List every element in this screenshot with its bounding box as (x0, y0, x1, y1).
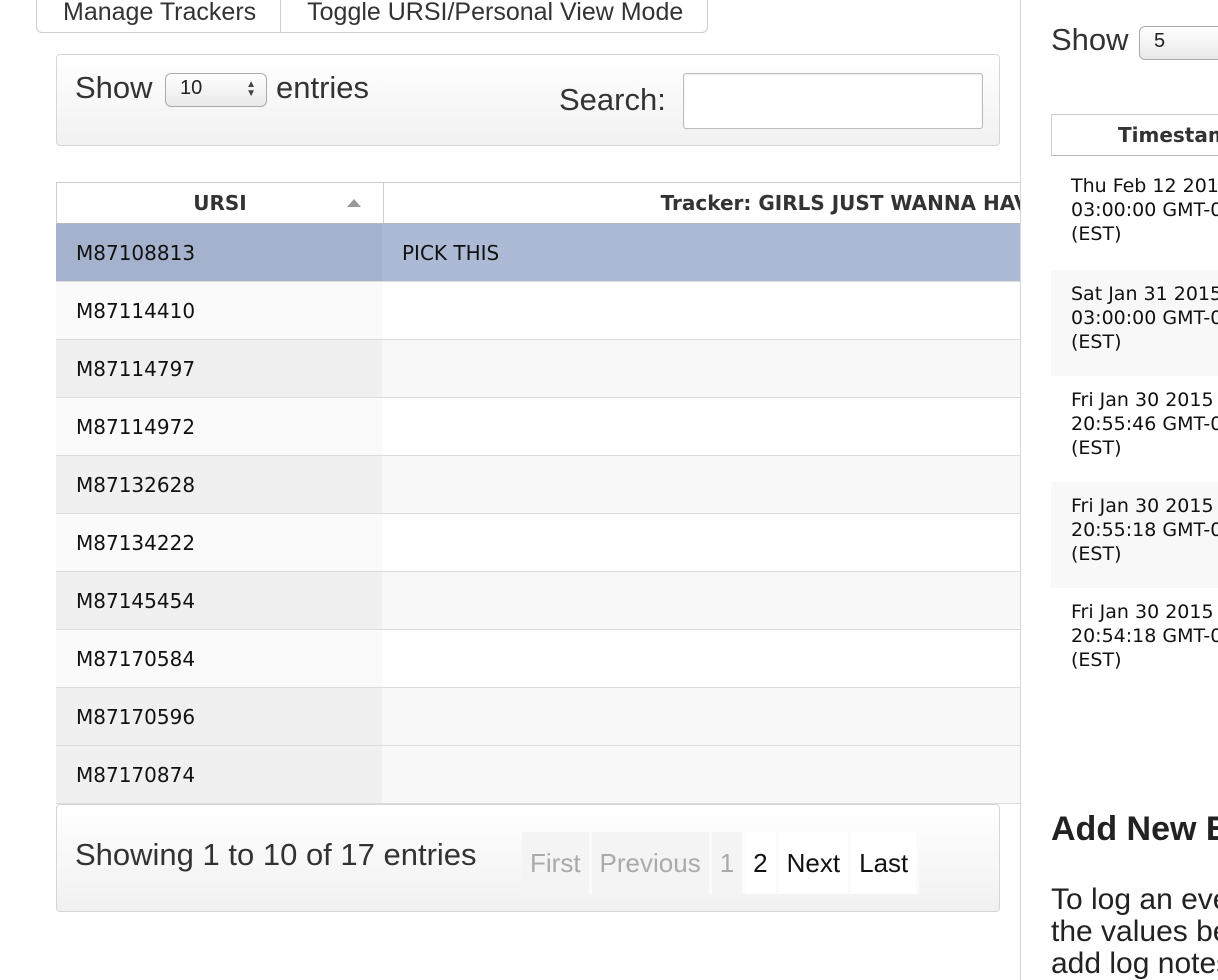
log-row[interactable]: Thu Feb 12 2015 03:00:00 GMT-0500 (EST) (1051, 166, 1218, 270)
search-label: Search: (559, 82, 666, 117)
table-info: Showing 1 to 10 of 17 entries (75, 837, 477, 872)
table-controls-panel: Show 10 ▲ ▼ entries Search: (56, 54, 1000, 146)
page-2-button[interactable]: 2 (745, 832, 776, 894)
tracker-cell: PICK THIS (382, 224, 1050, 281)
column-header-ursi[interactable]: URSI (57, 183, 384, 223)
ursi-cell: M87170874 (56, 746, 382, 803)
page-next-button[interactable]: Next (778, 832, 849, 894)
add-new-event-description: To log an event, fill in the values belo… (1051, 883, 1218, 980)
column-header-timestamp[interactable]: Timestamp (1051, 114, 1218, 156)
show-label: Show (75, 70, 153, 105)
table-header: URSI Tracker: GIRLS JUST WANNA HAVE (56, 182, 1050, 224)
table-row[interactable]: M87134222 (56, 514, 1050, 572)
tracker-cell (382, 746, 1050, 803)
tracker-cell (382, 340, 1050, 397)
entries-per-page-select[interactable]: 10 ▲ ▼ (165, 73, 267, 107)
table-row[interactable]: M87114410 (56, 282, 1050, 340)
tracker-cell (382, 630, 1050, 687)
ursi-cell: M87114410 (56, 282, 382, 339)
tracker-cell (382, 282, 1050, 339)
page-first-button[interactable]: First (522, 832, 589, 894)
log-row[interactable]: Fri Jan 30 2015 20:55:18 GMT-0500 (EST) (1051, 482, 1218, 588)
tracker-table: URSI Tracker: GIRLS JUST WANNA HAVE M871… (56, 182, 1050, 804)
toolbar: Manage Trackers Toggle URSI/Personal Vie… (36, 0, 709, 33)
log-entries-value: 5 (1154, 30, 1166, 52)
ursi-cell: M87114797 (56, 340, 382, 397)
tracker-cell (382, 514, 1050, 571)
table-row[interactable]: M87132628 (56, 456, 1050, 514)
log-entries-select[interactable]: 5 (1139, 26, 1218, 60)
toggle-view-mode-button[interactable]: Toggle URSI/Personal View Mode (280, 0, 707, 32)
log-show-label: Show (1051, 22, 1129, 57)
page-last-button[interactable]: Last (851, 832, 917, 894)
ursi-cell: M87134222 (56, 514, 382, 571)
event-log-table: Timestamp (1051, 114, 1218, 156)
table-row[interactable]: M87108813 PICK THIS (56, 224, 1050, 282)
log-row[interactable]: Fri Jan 30 2015 20:55:46 GMT-0500 (EST) (1051, 376, 1218, 482)
table-row[interactable]: M87170584 (56, 630, 1050, 688)
page-1-button[interactable]: 1 (711, 832, 743, 894)
ursi-cell: M87145454 (56, 572, 382, 629)
ursi-cell: M87108813 (56, 224, 382, 281)
sort-ascending-icon (347, 199, 361, 207)
page-previous-button[interactable]: Previous (591, 832, 709, 894)
entries-per-page-value: 10 (180, 77, 203, 99)
entries-label: entries (276, 70, 370, 105)
search-input[interactable] (683, 73, 983, 129)
event-log-rows: Thu Feb 12 2015 03:00:00 GMT-0500 (EST) … (1051, 166, 1218, 684)
ursi-cell: M87132628 (56, 456, 382, 513)
ursi-cell: M87170584 (56, 630, 382, 687)
table-row[interactable]: M87170596 (56, 688, 1050, 746)
table-row[interactable]: M87114972 (56, 398, 1050, 456)
table-row[interactable]: M87145454 (56, 572, 1050, 630)
manage-trackers-button[interactable]: Manage Trackers (37, 0, 280, 32)
column-header-tracker[interactable]: Tracker: GIRLS JUST WANNA HAVE (384, 183, 1043, 223)
tracker-cell (382, 398, 1050, 455)
add-new-event-title: Add New Event (1051, 810, 1218, 848)
log-row[interactable]: Fri Jan 30 2015 20:54:18 GMT-0500 (EST) (1051, 588, 1218, 684)
select-arrows-icon: ▲ ▼ (246, 79, 256, 99)
log-row[interactable]: Sat Jan 31 2015 03:00:00 GMT-0500 (EST) (1051, 270, 1218, 376)
event-log-panel: Show 5 Timestamp Thu Feb 12 2015 03:00:0… (1020, 0, 1218, 980)
ursi-cell: M87114972 (56, 398, 382, 455)
table-row[interactable]: M87114797 (56, 340, 1050, 398)
tracker-cell (382, 572, 1050, 629)
table-row[interactable]: M87170874 (56, 746, 1050, 804)
ursi-cell: M87170596 (56, 688, 382, 745)
tracker-cell (382, 456, 1050, 513)
tracker-cell (382, 688, 1050, 745)
pagination: First Previous 1 2 Next Last (522, 832, 920, 894)
